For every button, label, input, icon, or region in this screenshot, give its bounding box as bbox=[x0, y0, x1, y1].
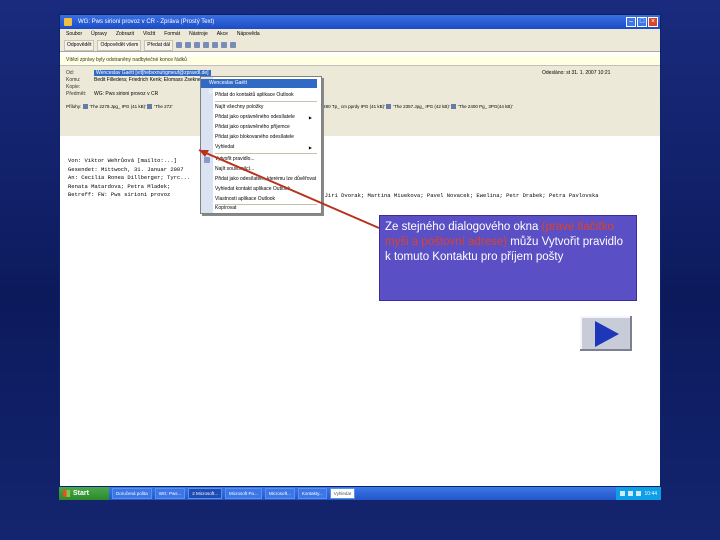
next-slide-button[interactable] bbox=[579, 315, 633, 352]
callout-text: Ze stejného dialogového okna bbox=[385, 221, 542, 233]
callout-box: Ze stejného dialogového okna (pravé tlač… bbox=[379, 215, 637, 301]
play-icon bbox=[595, 321, 619, 347]
